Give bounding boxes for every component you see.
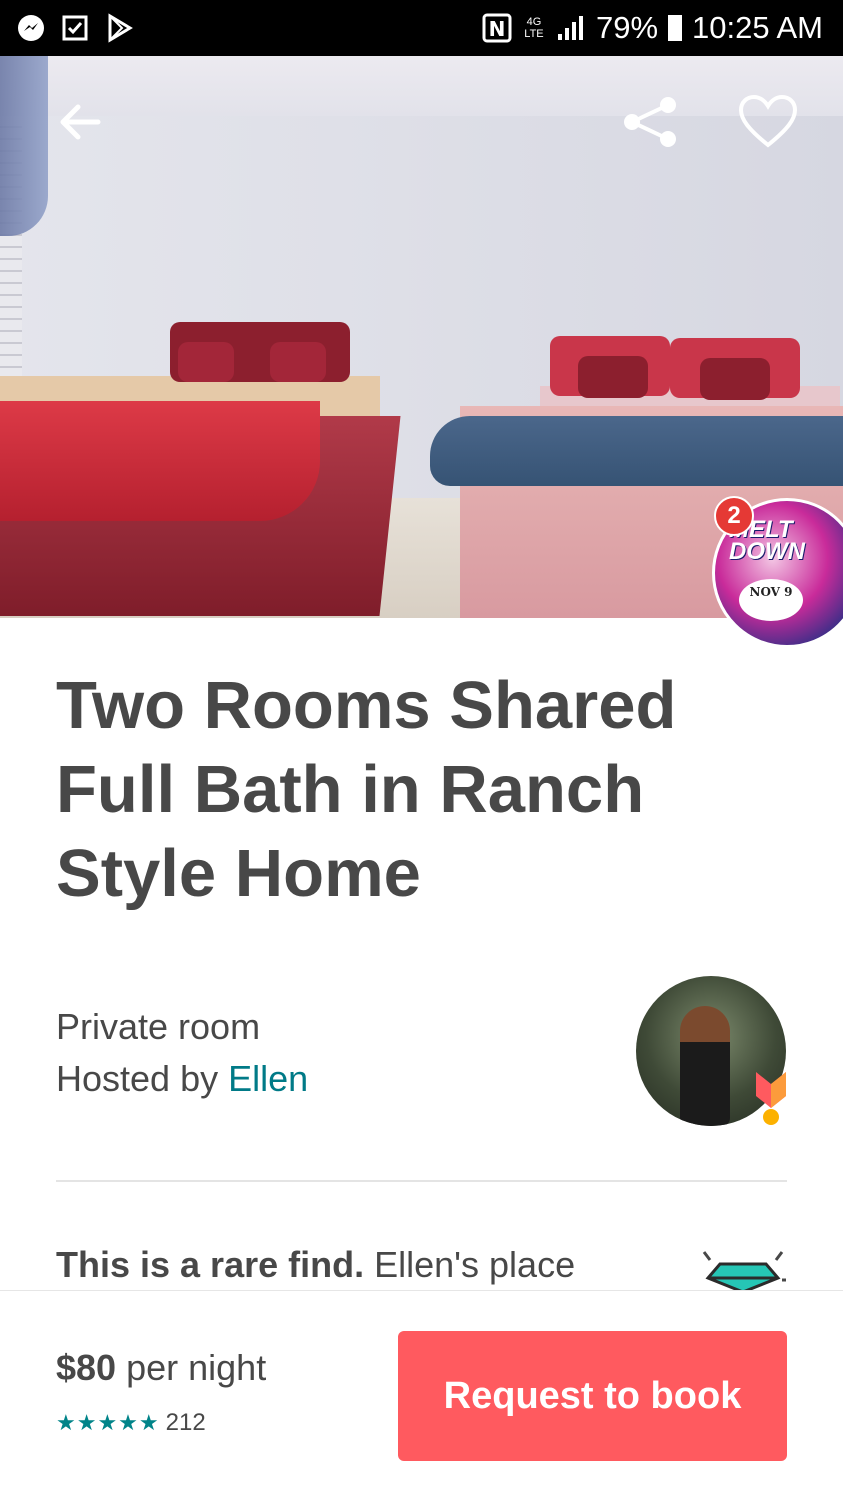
- signal-icon: [556, 13, 586, 43]
- share-icon: [624, 97, 676, 147]
- superhost-icon: [756, 1072, 786, 1125]
- messenger-icon: [16, 13, 46, 43]
- reviews-summary[interactable]: ★★★★★ 212: [56, 1409, 206, 1437]
- request-to-book-button[interactable]: Request to book: [398, 1331, 787, 1461]
- battery-icon: [668, 15, 683, 41]
- listing-photo[interactable]: [0, 56, 843, 618]
- room-type: Private room: [56, 1006, 261, 1047]
- star-rating-icon: ★★★★★: [56, 1410, 160, 1435]
- checkbox-icon: [60, 13, 90, 43]
- heart-icon: [738, 95, 798, 148]
- blue-blanket: [430, 416, 843, 486]
- rare-find-text: This is a rare find. Ellen's place: [56, 1244, 575, 1286]
- curtain: [0, 56, 48, 236]
- price-unit: per night: [126, 1347, 267, 1388]
- clock: 10:25 AM: [692, 10, 823, 45]
- share-button[interactable]: [618, 94, 682, 150]
- divider: [56, 1180, 787, 1182]
- red-blanket: [0, 401, 320, 521]
- review-count: 212: [165, 1409, 206, 1436]
- diamond-icon: [702, 1251, 786, 1292]
- rare-find-bold: This is a rare find.: [56, 1244, 365, 1285]
- lte-icon: 4G LTE: [524, 16, 544, 40]
- battery-percent: 79%: [595, 10, 659, 45]
- price: $80 per night: [56, 1347, 266, 1389]
- nfc-icon: N: [482, 13, 512, 43]
- arrow-left-icon: [60, 104, 101, 140]
- host-name-link[interactable]: Ellen: [228, 1058, 308, 1099]
- rare-find-detail: Ellen's place: [374, 1244, 576, 1285]
- chat-head-badge: 2: [714, 496, 754, 536]
- play-store-icon: [104, 13, 134, 43]
- listing-title: Two Rooms Shared Full Bath in Ranch Styl…: [56, 668, 677, 911]
- back-button[interactable]: [52, 94, 108, 150]
- price-amount: $80: [56, 1347, 117, 1388]
- chat-head-date: NOV 9: [739, 579, 803, 621]
- status-bar: N 4G LTE 79% 10:25 AM: [0, 0, 843, 56]
- hosted-by-label: Hosted by: [56, 1058, 219, 1099]
- svg-text:N: N: [489, 17, 506, 41]
- save-button[interactable]: [736, 90, 800, 154]
- hosted-by: Hosted by Ellen: [56, 1058, 308, 1100]
- booking-bar: $80 per night ★★★★★ 212 Request to book: [0, 1290, 843, 1498]
